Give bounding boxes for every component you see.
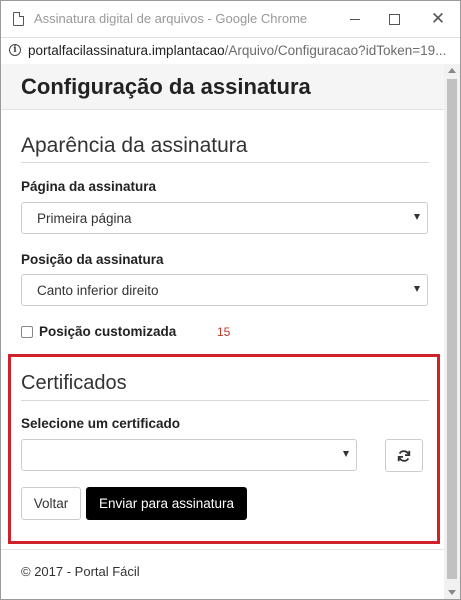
chevron-down-icon [343, 451, 349, 457]
url-path: /Arquivo/Configuracao?idToken=19... [224, 43, 447, 58]
page-header: Configuração da assinatura [1, 64, 444, 110]
vertical-scrollbar[interactable] [444, 64, 460, 599]
back-button[interactable]: Voltar [21, 487, 81, 520]
document-icon [13, 12, 24, 26]
certificate-select-label: Selecione um certificado [21, 416, 181, 431]
submit-signature-button[interactable]: Enviar para assinatura [86, 487, 247, 520]
position-select[interactable]: Canto inferior direito [21, 274, 428, 306]
address-bar[interactable]: i portalfacilassinatura.implantacao/Arqu… [1, 37, 460, 65]
certificate-select[interactable] [21, 439, 357, 471]
certificates-section-title: Certificados [21, 372, 127, 394]
scroll-up-icon[interactable] [448, 68, 456, 73]
scrollbar-thumb[interactable] [447, 79, 457, 579]
annotation-number: 15 [217, 325, 231, 339]
url-text[interactable]: portalfacilassinatura.implantacao/Arquiv… [28, 43, 458, 58]
url-host: portalfacilassinatura.implantacao [28, 43, 225, 58]
footer-divider [1, 549, 444, 550]
position-select-value: Canto inferior direito [37, 283, 159, 298]
chevron-down-icon [414, 286, 420, 292]
certificates-divider [21, 400, 429, 401]
page-content: Configuração da assinatura Aparência da … [1, 64, 444, 599]
maximize-button[interactable] [383, 8, 405, 30]
custom-position-label[interactable]: Posição customizada [39, 324, 176, 339]
close-icon: ✕ [430, 9, 446, 28]
close-button[interactable]: ✕ [427, 8, 449, 30]
page-select[interactable]: Primeira página [21, 202, 428, 234]
page-select-label: Página da assinatura [21, 179, 157, 194]
minimize-icon [350, 18, 360, 20]
appearance-section-title: Aparência da assinatura [21, 134, 248, 157]
custom-position-checkbox[interactable] [21, 326, 33, 338]
maximize-icon [388, 13, 400, 25]
refresh-certificates-button[interactable] [385, 439, 423, 472]
page-title: Configuração da assinatura [21, 74, 311, 99]
scroll-down-icon[interactable] [448, 590, 456, 595]
minimize-button[interactable] [344, 8, 366, 30]
position-select-label: Posição da assinatura [21, 252, 164, 267]
window-title: Assinatura digital de arquivos - Google … [34, 11, 308, 26]
page-select-value: Primeira página [37, 211, 132, 226]
chevron-down-icon [414, 214, 420, 220]
refresh-icon [397, 449, 411, 462]
browser-window: Assinatura digital de arquivos - Google … [0, 0, 461, 600]
info-icon[interactable]: i [9, 44, 21, 56]
footer-copyright: © 2017 - Portal Fácil [21, 564, 140, 579]
title-bar: Assinatura digital de arquivos - Google … [1, 1, 460, 37]
appearance-divider [21, 162, 429, 163]
